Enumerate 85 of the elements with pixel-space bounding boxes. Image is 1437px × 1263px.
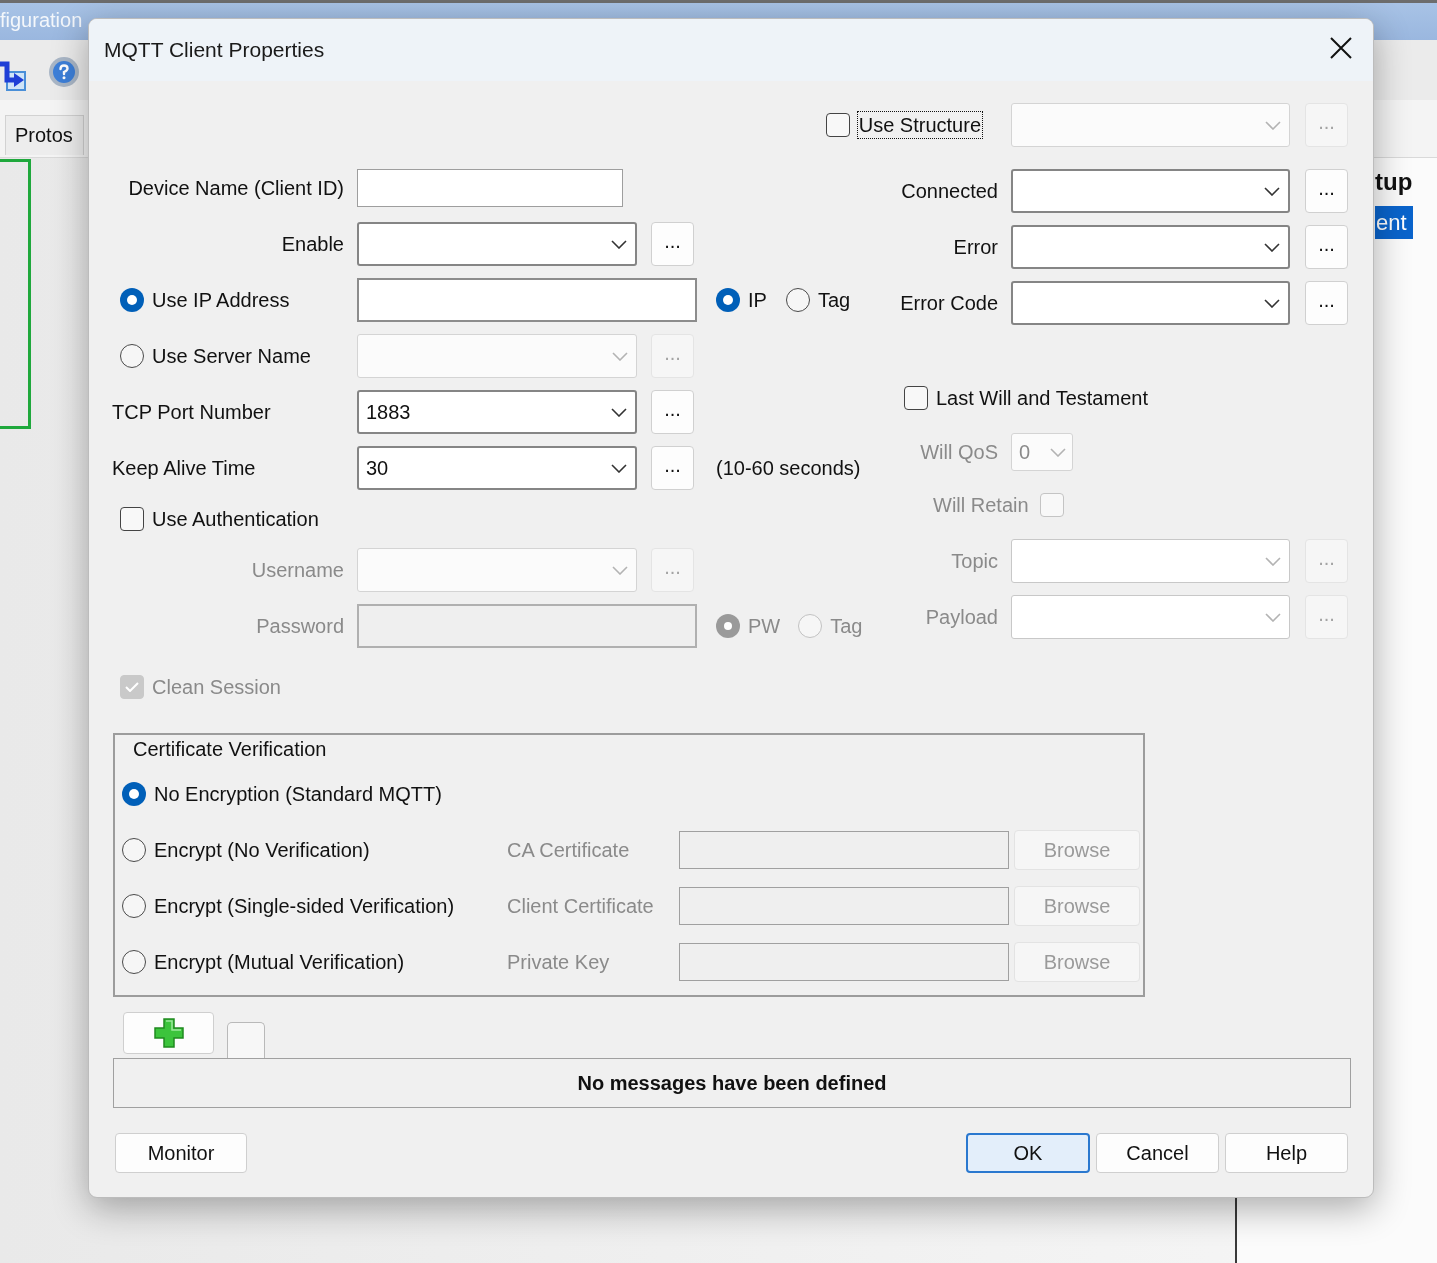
field-label: Private Key — [507, 950, 610, 973]
add-tab-button[interactable] — [123, 1012, 214, 1054]
radio-label: Encrypt (Mutual Verification) — [154, 950, 405, 974]
dropdown[interactable]: 1883 — [357, 390, 637, 434]
footer-button[interactable]: Monitor — [115, 1133, 247, 1173]
field-label: Topic — [951, 549, 998, 573]
radio-label: Encrypt (Single-sided Verification) — [154, 894, 455, 918]
footer-button[interactable]: Cancel — [1096, 1133, 1219, 1173]
field-label: Error Code — [900, 291, 998, 315]
chevron-down-icon — [1265, 556, 1281, 566]
radio-label: No Encryption (Standard MQTT) — [154, 782, 442, 806]
chevron-down-icon — [611, 239, 627, 249]
chevron-down-icon — [1265, 612, 1281, 622]
radio-label: Use Server Name — [152, 344, 311, 368]
radio-button[interactable] — [122, 894, 146, 918]
chevron-down-icon — [611, 407, 627, 417]
chevron-down-icon — [1264, 186, 1280, 196]
browse-button[interactable]: ... — [651, 446, 694, 490]
browse-button[interactable]: ... — [651, 222, 694, 266]
chevron-down-icon — [1264, 298, 1280, 308]
footer-button[interactable]: Help — [1225, 1133, 1348, 1173]
field-label: Keep Alive Time — [112, 456, 256, 480]
radio-button[interactable] — [716, 288, 740, 312]
radio-button[interactable] — [120, 344, 144, 368]
field-label: Error — [953, 235, 998, 259]
browse-button[interactable]: ... — [651, 390, 694, 434]
footer-button[interactable]: OK — [966, 1133, 1090, 1173]
checkbox[interactable] — [120, 507, 144, 531]
field-label: Password — [256, 614, 344, 638]
checkbox-label: Last Will and Testament — [936, 386, 1148, 410]
group-title: Certificate Verification — [133, 737, 327, 761]
dialog-title: MQTT Client Properties — [104, 38, 325, 62]
radio-button[interactable] — [122, 782, 146, 806]
close-button[interactable] — [1330, 37, 1352, 59]
dropdown[interactable] — [1011, 169, 1290, 213]
field-label: Username — [251, 558, 344, 582]
close-icon — [1330, 37, 1352, 59]
browse-button[interactable]: ... — [1305, 225, 1348, 269]
checkbox-label: Clean Session — [152, 675, 281, 699]
chevron-down-icon — [611, 463, 627, 473]
dropdown[interactable] — [1011, 225, 1290, 269]
radio-label: Tag — [830, 614, 863, 638]
text-field[interactable] — [357, 169, 623, 207]
tab[interactable]: Protos — [5, 115, 84, 155]
empty-state-text: No messages have been defined — [577, 1071, 887, 1095]
plus-icon — [153, 1018, 184, 1048]
field-label: Device Name (Client ID) — [128, 176, 344, 200]
radio-button[interactable] — [122, 838, 146, 862]
window-title: figuration — [0, 8, 83, 32]
dropdown[interactable] — [357, 222, 637, 266]
field-label: Will QoS — [920, 440, 998, 464]
field-label: Payload — [925, 605, 998, 629]
field-label: TCP Port Number — [112, 400, 271, 424]
radio-label: Encrypt (No Verification) — [154, 838, 370, 862]
checkbox-label: Use Structure — [856, 111, 983, 139]
radio-label: Use IP Address — [152, 288, 290, 312]
checkbox[interactable] — [904, 386, 928, 410]
radio-label: PW — [748, 614, 781, 638]
chevron-down-icon — [1264, 242, 1280, 252]
list-item[interactable]: ent — [1375, 206, 1413, 239]
field-label: Connected — [901, 179, 998, 203]
checkbox-label: Will Retain — [933, 493, 1029, 517]
help-icon[interactable] — [48, 56, 80, 88]
browse-button[interactable]: ... — [1305, 281, 1348, 325]
browse-button[interactable]: ... — [1305, 169, 1348, 213]
text-field[interactable] — [357, 278, 697, 322]
chevron-down-icon — [612, 351, 628, 361]
checkmark-icon — [125, 682, 139, 692]
radio-button[interactable] — [120, 288, 144, 312]
range-hint: (10-60 seconds) — [716, 456, 861, 480]
radio-label: IP — [748, 288, 767, 312]
field-label: Client Certificate — [507, 894, 654, 917]
field-label: CA Certificate — [507, 838, 630, 861]
arrow-icon[interactable] — [0, 61, 26, 91]
dropdown[interactable] — [1011, 281, 1290, 325]
chevron-down-icon — [1050, 447, 1066, 457]
radio-button[interactable] — [785, 288, 810, 312]
radio-label: Tag — [817, 288, 851, 312]
checkbox-label: Use Authentication — [152, 507, 319, 531]
radio-button[interactable] — [122, 950, 146, 974]
panel-heading: tup — [1375, 168, 1413, 196]
chevron-down-icon — [612, 565, 628, 575]
dropdown[interactable]: 30 — [357, 446, 637, 490]
field-label: Enable — [281, 232, 344, 256]
chevron-down-icon — [1265, 120, 1281, 130]
